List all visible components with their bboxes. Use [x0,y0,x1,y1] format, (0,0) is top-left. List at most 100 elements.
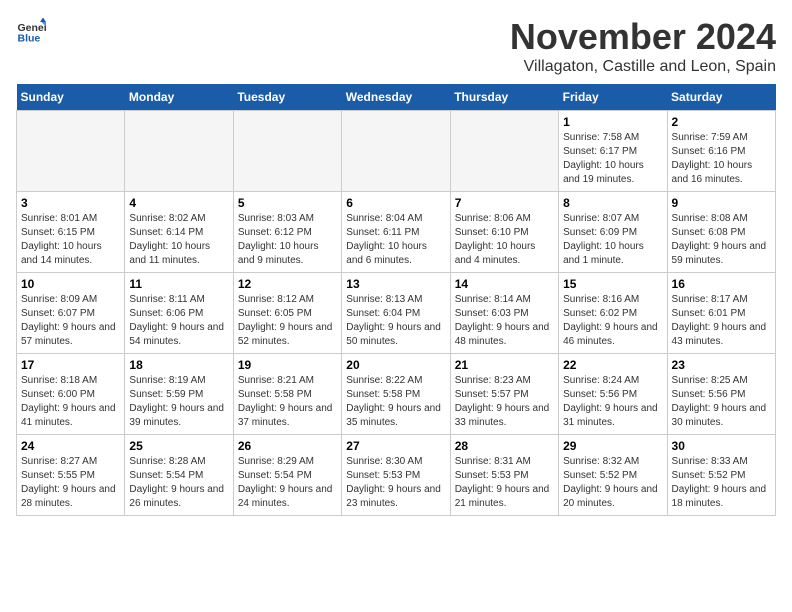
table-row: 7 Sunrise: 8:06 AM Sunset: 6:10 PM Daylig… [450,192,558,273]
day-detail: Sunrise: 8:27 AM Sunset: 5:55 PM Dayligh… [21,455,120,511]
day-detail: Sunrise: 8:30 AM Sunset: 5:53 PM Dayligh… [346,455,445,511]
day-number: 16 [672,277,771,291]
table-row: 24 Sunrise: 8:27 AM Sunset: 5:55 PM Dayli… [17,435,125,516]
day-number: 5 [238,196,337,210]
table-row: 17 Sunrise: 8:18 AM Sunset: 6:00 PM Dayli… [17,354,125,435]
day-detail: Sunrise: 8:04 AM Sunset: 6:11 PM Dayligh… [346,212,445,268]
day-number: 8 [563,196,662,210]
title-block: November 2024 Villagaton, Castille and L… [510,16,776,76]
table-row: 4 Sunrise: 8:02 AM Sunset: 6:14 PM Daylig… [125,192,233,273]
col-sunday: Sunday [17,84,125,111]
location-title: Villagaton, Castille and Leon, Spain [510,58,776,76]
calendar-week-5: 24 Sunrise: 8:27 AM Sunset: 5:55 PM Dayli… [17,435,776,516]
logo-icon: General Blue [16,16,46,46]
day-detail: Sunrise: 8:01 AM Sunset: 6:15 PM Dayligh… [21,212,120,268]
day-number: 9 [672,196,771,210]
col-monday: Monday [125,84,233,111]
svg-text:Blue: Blue [18,33,41,45]
table-row: 16Sunrise: 8:17 AM Sunset: 6:01 PM Dayli… [667,273,775,354]
day-number: 23 [672,358,771,372]
table-row: 23 Sunrise: 8:25 AM Sunset: 5:56 PM Dayli… [667,354,775,435]
day-number: 18 [129,358,228,372]
day-detail: Sunrise: 8:14 AM Sunset: 6:03 PM Dayligh… [455,293,554,349]
col-saturday: Saturday [667,84,775,111]
day-detail: Sunrise: 8:31 AM Sunset: 5:53 PM Dayligh… [455,455,554,511]
day-number: 24 [21,439,120,453]
table-row: 8 Sunrise: 8:07 AM Sunset: 6:09 PM Daylig… [559,192,667,273]
day-number: 3 [21,196,120,210]
day-detail: Sunrise: 8:18 AM Sunset: 6:00 PM Dayligh… [21,374,120,430]
day-detail: Sunrise: 8:16 AM Sunset: 6:02 PM Dayligh… [563,293,662,349]
day-detail: Sunrise: 8:32 AM Sunset: 5:52 PM Dayligh… [563,455,662,511]
day-number: 13 [346,277,445,291]
day-number: 7 [455,196,554,210]
day-number: 25 [129,439,228,453]
day-number: 30 [672,439,771,453]
table-row: 15 Sunrise: 8:16 AM Sunset: 6:02 PM Dayli… [559,273,667,354]
table-row: 30 Sunrise: 8:33 AM Sunset: 5:52 PM Dayli… [667,435,775,516]
table-row: 6 Sunrise: 8:04 AM Sunset: 6:11 PM Daylig… [342,192,450,273]
table-row: 14 Sunrise: 8:14 AM Sunset: 6:03 PM Dayli… [450,273,558,354]
day-number: 14 [455,277,554,291]
table-row [125,111,233,192]
table-row: 26Sunrise: 8:29 AM Sunset: 5:54 PM Dayli… [233,435,341,516]
day-number: 28 [455,439,554,453]
day-number: 12 [238,277,337,291]
col-friday: Friday [559,84,667,111]
day-detail: Sunrise: 8:22 AM Sunset: 5:58 PM Dayligh… [346,374,445,430]
day-detail: Sunrise: 8:06 AM Sunset: 6:10 PM Dayligh… [455,212,554,268]
day-number: 20 [346,358,445,372]
day-detail: Sunrise: 8:25 AM Sunset: 5:56 PM Dayligh… [672,374,771,430]
day-number: 21 [455,358,554,372]
day-detail: Sunrise: 8:13 AM Sunset: 6:04 PM Dayligh… [346,293,445,349]
table-row [233,111,341,192]
calendar-week-1: 1 Sunrise: 7:58 AM Sunset: 6:17 PM Daylig… [17,111,776,192]
day-detail: Sunrise: 8:28 AM Sunset: 5:54 PM Dayligh… [129,455,228,511]
day-detail: Sunrise: 8:21 AM Sunset: 5:58 PM Dayligh… [238,374,337,430]
day-detail: Sunrise: 8:24 AM Sunset: 5:56 PM Dayligh… [563,374,662,430]
table-row [342,111,450,192]
table-row: 9 Sunrise: 8:08 AM Sunset: 6:08 PM Daylig… [667,192,775,273]
table-row: 28 Sunrise: 8:31 AM Sunset: 5:53 PM Dayli… [450,435,558,516]
day-detail: Sunrise: 7:58 AM Sunset: 6:17 PM Dayligh… [563,131,662,187]
table-row: 1 Sunrise: 7:58 AM Sunset: 6:17 PM Daylig… [559,111,667,192]
day-number: 2 [672,115,771,129]
day-detail: Sunrise: 8:19 AM Sunset: 5:59 PM Dayligh… [129,374,228,430]
day-number: 4 [129,196,228,210]
table-row: 12 Sunrise: 8:12 AM Sunset: 6:05 PM Dayli… [233,273,341,354]
calendar-week-4: 17 Sunrise: 8:18 AM Sunset: 6:00 PM Dayli… [17,354,776,435]
day-detail: Sunrise: 8:02 AM Sunset: 6:14 PM Dayligh… [129,212,228,268]
page-header: General Blue November 2024 Villagaton, C… [16,16,776,76]
day-detail: Sunrise: 8:07 AM Sunset: 6:09 PM Dayligh… [563,212,662,268]
table-row: 18 Sunrise: 8:19 AM Sunset: 5:59 PM Dayli… [125,354,233,435]
table-row: 13 Sunrise: 8:13 AM Sunset: 6:04 PM Dayli… [342,273,450,354]
table-row: 19 Sunrise: 8:21 AM Sunset: 5:58 PM Dayli… [233,354,341,435]
col-wednesday: Wednesday [342,84,450,111]
col-tuesday: Tuesday [233,84,341,111]
table-row: 27 Sunrise: 8:30 AM Sunset: 5:53 PM Dayli… [342,435,450,516]
day-number: 1 [563,115,662,129]
day-number: 27 [346,439,445,453]
day-number: 26 [238,439,337,453]
day-number: 17 [21,358,120,372]
day-detail: Sunrise: 8:33 AM Sunset: 5:52 PM Dayligh… [672,455,771,511]
table-row: 3 Sunrise: 8:01 AM Sunset: 6:15 PM Daylig… [17,192,125,273]
day-number: 19 [238,358,337,372]
table-row: 21Sunrise: 8:23 AM Sunset: 5:57 PM Dayli… [450,354,558,435]
day-detail: Sunrise: 8:11 AM Sunset: 6:06 PM Dayligh… [129,293,228,349]
day-number: 6 [346,196,445,210]
day-number: 10 [21,277,120,291]
day-number: 15 [563,277,662,291]
table-row: 20 Sunrise: 8:22 AM Sunset: 5:58 PM Dayli… [342,354,450,435]
col-thursday: Thursday [450,84,558,111]
day-detail: Sunrise: 8:12 AM Sunset: 6:05 PM Dayligh… [238,293,337,349]
logo: General Blue [16,16,46,46]
calendar-header-row: Sunday Monday Tuesday Wednesday Thursday… [17,84,776,111]
day-detail: Sunrise: 8:08 AM Sunset: 6:08 PM Dayligh… [672,212,771,268]
table-row: 5Sunrise: 8:03 AM Sunset: 6:12 PM Daylig… [233,192,341,273]
day-detail: Sunrise: 8:09 AM Sunset: 6:07 PM Dayligh… [21,293,120,349]
calendar-week-3: 10 Sunrise: 8:09 AM Sunset: 6:07 PM Dayli… [17,273,776,354]
table-row [17,111,125,192]
calendar-week-2: 3 Sunrise: 8:01 AM Sunset: 6:15 PM Daylig… [17,192,776,273]
table-row: 22Sunrise: 8:24 AM Sunset: 5:56 PM Dayli… [559,354,667,435]
